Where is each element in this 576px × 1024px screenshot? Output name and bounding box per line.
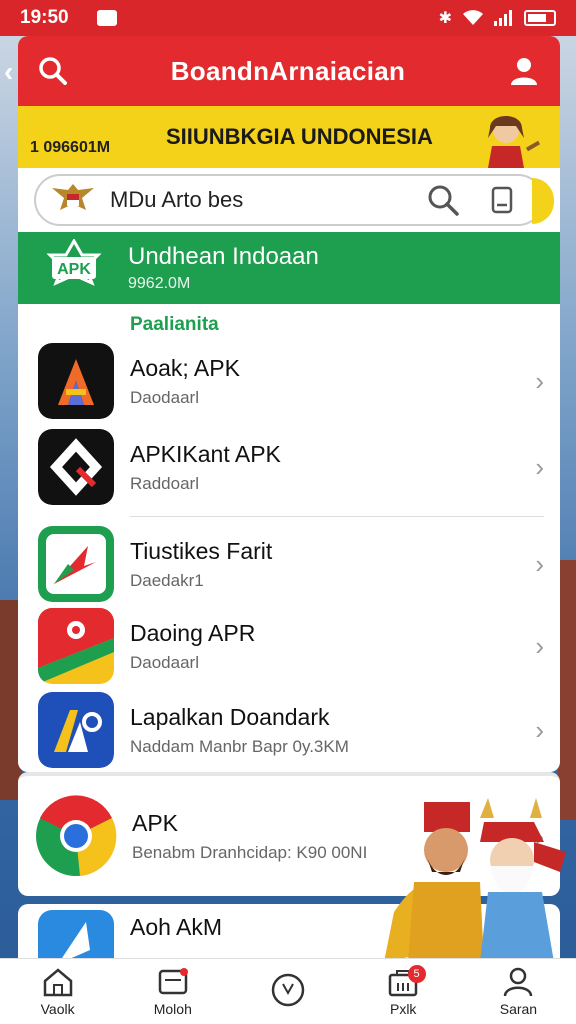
list-item[interactable]: Aoak; APK Daodaarl ›: [18, 338, 560, 424]
notification-badge: 5: [407, 965, 426, 983]
back-chevron-icon[interactable]: ‹: [4, 56, 13, 88]
list-item[interactable]: APKIKant APK Raddoarl ›: [18, 424, 560, 510]
mascot-illustration: [384, 798, 566, 962]
main-card: BoandnArnaiacian 1 096601M SIIUNBKGIA UN…: [18, 36, 560, 772]
nav-item-home[interactable]: Vaolk: [0, 959, 115, 1024]
app-title: BoandnArnaiacian: [170, 55, 406, 86]
list-item-name: Lapalkan Doandark: [130, 703, 330, 730]
list-item-sub: Daedakr1: [130, 570, 204, 590]
inbox-icon: [158, 967, 188, 994]
section-label: Paalianita: [130, 314, 219, 335]
app-icon-a: [38, 343, 114, 419]
svg-text:APK: APK: [57, 261, 91, 278]
nav-label: Moloh: [153, 1000, 192, 1017]
chevron-right-icon: ›: [535, 365, 544, 396]
signal-icon: [494, 10, 512, 26]
list-item-texts: Tiustikes Farit Daedakr1: [130, 538, 535, 591]
list-item-sub: Raddoarl: [130, 473, 199, 493]
list-item-sub: Naddam Manbr Bapr 0y.3KM: [130, 736, 349, 756]
search-input[interactable]: MDu Arto bes: [34, 174, 544, 226]
bluetooth-icon: ✱: [438, 10, 452, 27]
nav-item-inbox[interactable]: Moloh: [115, 959, 230, 1024]
search-icon[interactable]: [38, 56, 68, 86]
list-item-name: APKIKant APK: [130, 440, 281, 467]
list-item-texts: Lapalkan Doandark Naddam Manbr Bapr 0y.3…: [130, 704, 535, 757]
list-item[interactable]: Daoing APR Daodaarl ›: [18, 605, 560, 687]
status-time: 19:50: [20, 7, 69, 28]
featured-texts: Undhean Indoaan 9962.0M: [128, 243, 319, 293]
featured-title: Undhean Indoaan: [128, 243, 319, 270]
promo-banner[interactable]: 1 096601M SIIUNBKGIA UNDONESIA: [18, 106, 560, 168]
search-text: MDu Arto bes: [110, 187, 244, 212]
list-item[interactable]: Tiustikes Farit Daedakr1 ›: [18, 523, 560, 605]
background-building-right: [558, 560, 576, 820]
apk-logo-icon: APK: [46, 239, 102, 286]
list-item-texts: APKIKant APK Raddoarl: [130, 441, 535, 494]
list-item-name: Aoak; APK: [130, 354, 240, 381]
list-item-name: Tiustikes Farit: [130, 537, 273, 564]
nav-label: Vaolk: [40, 1000, 75, 1017]
nav-item-profile[interactable]: Saran: [461, 959, 576, 1024]
list-item-name: Aoh AkM: [130, 914, 223, 940]
list-item-sub: Daodaarl: [130, 387, 199, 407]
clipboard-icon[interactable]: [490, 185, 514, 215]
home-icon: [43, 967, 72, 996]
bottom-navigation: Vaolk Moloh 5 Pxlk Saran: [0, 958, 576, 1024]
nav-item-store[interactable]: 5 Pxlk: [346, 959, 461, 1024]
list-divider: [130, 516, 544, 517]
chevron-right-icon: ›: [535, 630, 544, 661]
list-item-texts: Aoak; APK Daodaarl: [130, 355, 535, 408]
featured-banner[interactable]: APK Undhean Indoaan 9962.0M: [18, 232, 560, 304]
banner-character-illustration: [488, 116, 541, 168]
featured-subtitle: 9962.0M: [128, 275, 191, 292]
search-row: MDu Arto bes: [18, 168, 560, 232]
list-item[interactable]: Lapalkan Doandark Naddam Manbr Bapr 0y.3…: [18, 687, 560, 772]
nav-label: Saran: [499, 1000, 538, 1017]
chevron-right-icon: ›: [535, 548, 544, 579]
app-icon-maps: [38, 608, 114, 684]
garuda-emblem-icon: [52, 184, 94, 210]
banner-title: SIIUNBKGIA UNDONESIA: [166, 124, 433, 149]
chrome-icon: [36, 795, 117, 876]
clock-icon: [271, 973, 305, 1006]
app-icon-partial: [38, 910, 114, 964]
wifi-icon: [463, 10, 483, 25]
profile-icon[interactable]: [508, 55, 540, 87]
banner-left-text: 1 096601M: [30, 139, 111, 156]
app-icon-blue: [38, 692, 114, 768]
status-icons: ✱: [439, 8, 556, 28]
search-icon[interactable]: [426, 183, 460, 217]
nav-label: Pxlk: [389, 1000, 417, 1017]
app-icon-arrow: [38, 526, 114, 602]
list-item-name: Daoing APR: [130, 619, 256, 646]
app-bar: BoandnArnaiacian: [18, 36, 560, 106]
status-bar: 19:50 ✱: [0, 0, 576, 36]
app-icon-q: [38, 429, 114, 505]
battery-icon: [524, 10, 556, 26]
chevron-right-icon: ›: [535, 451, 544, 482]
list-item-sub: Daodaarl: [130, 652, 199, 672]
nav-item-clock[interactable]: [230, 959, 345, 1024]
list-item-texts: Daoing APR Daodaarl: [130, 620, 535, 673]
decorative-crescent: [532, 178, 554, 224]
profile-icon: [504, 967, 533, 996]
chevron-right-icon: ›: [535, 714, 544, 745]
notification-icon: [96, 10, 117, 26]
